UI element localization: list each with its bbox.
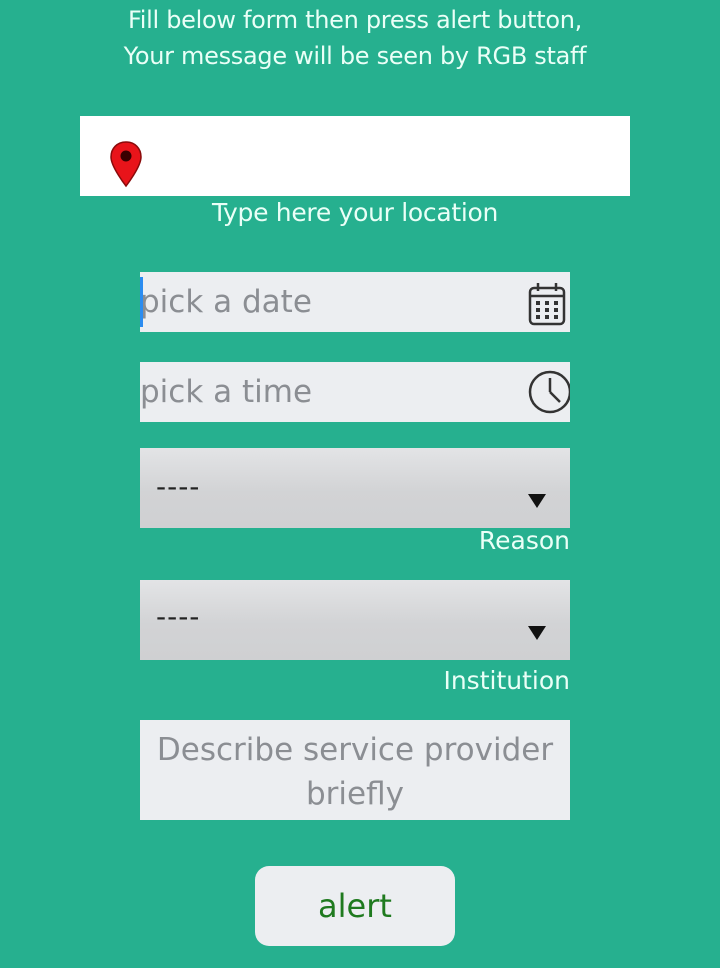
location-field[interactable]: [80, 116, 630, 198]
text-cursor: [140, 277, 143, 327]
description-textarea[interactable]: [140, 720, 570, 820]
time-field[interactable]: [140, 362, 570, 422]
map-pin-icon: [110, 141, 142, 188]
date-field[interactable]: [140, 272, 570, 332]
institution-label: Institution: [443, 666, 570, 695]
intro-line-2: Your message will be seen by RGB staff: [123, 42, 587, 70]
date-input[interactable]: [140, 272, 520, 332]
dropdown-arrow-icon: [528, 626, 546, 640]
location-label: Type here your location: [211, 198, 499, 227]
reason-selected-value: ----: [156, 470, 201, 503]
location-input[interactable]: [150, 116, 624, 198]
calendar-icon[interactable]: [526, 280, 570, 328]
clock-icon[interactable]: [526, 366, 570, 414]
reason-label: Reason: [478, 526, 570, 555]
intro-text: Fill below form then press alert button,…: [0, 2, 710, 74]
institution-select[interactable]: ----: [140, 580, 570, 660]
institution-selected-value: ----: [156, 600, 201, 633]
reason-select[interactable]: ----: [140, 448, 570, 528]
alert-button[interactable]: alert: [255, 866, 455, 946]
dropdown-arrow-icon: [528, 494, 546, 508]
intro-line-1: Fill below form then press alert button,: [128, 6, 582, 34]
description-field[interactable]: [140, 720, 570, 820]
time-input[interactable]: [140, 362, 520, 422]
